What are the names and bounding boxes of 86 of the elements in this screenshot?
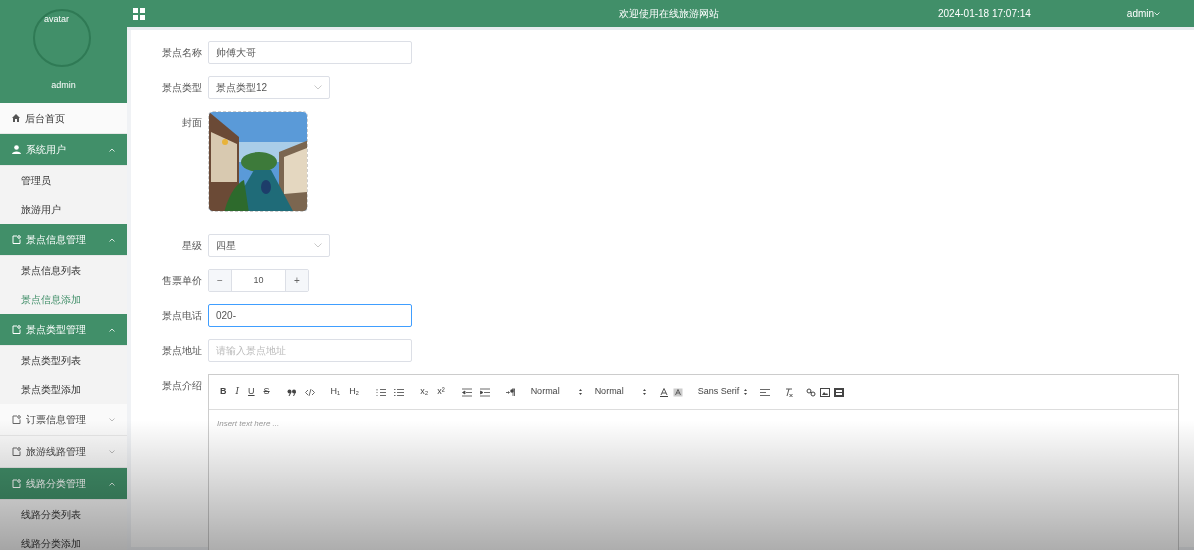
username: admin (50, 79, 77, 92)
menu-item[interactable]: 景点类型添加 (0, 375, 127, 404)
font-color-icon[interactable] (658, 387, 669, 397)
document-icon (12, 447, 21, 456)
chevron-icon (109, 481, 115, 486)
menu-label: 景点类型管理 (25, 323, 87, 337)
bullet-list-icon[interactable] (394, 387, 405, 397)
toolbar-button[interactable]: S (260, 385, 273, 399)
link-icon[interactable] (805, 387, 816, 397)
input-field[interactable]: 帅傅大哥 (208, 41, 412, 64)
highlight-icon[interactable] (672, 387, 683, 397)
align-icon[interactable] (759, 387, 770, 397)
image-icon[interactable] (819, 387, 830, 397)
user-icon (12, 145, 21, 154)
menu-item[interactable]: 景点信息添加 (0, 285, 127, 314)
decrement-button[interactable]: − (209, 270, 231, 291)
menu-label: 旅游线路管理 (25, 445, 87, 459)
header-datetime: 2024-01-18 17:07:14 (938, 7, 1031, 21)
grid-menu-icon[interactable] (133, 7, 145, 20)
field-label: 售票单价 (161, 274, 203, 288)
toolbar-button[interactable]: I (232, 385, 243, 399)
toolbar-button[interactable]: B (217, 385, 230, 399)
field-label: 封面 (181, 116, 203, 130)
toolbar-button[interactable]: U (245, 385, 258, 399)
chevron-icon (109, 147, 115, 152)
menu-group[interactable]: 订票信息管理 (0, 404, 127, 436)
menu-item[interactable]: 旅游用户 (0, 195, 127, 224)
ordered-list-icon[interactable] (376, 387, 387, 397)
field-label: 景点电话 (161, 309, 203, 323)
menu-label: 后台首页 (24, 111, 65, 126)
select-field[interactable]: 四星 (208, 234, 330, 257)
sort-arrows-icon (742, 388, 748, 396)
avatar-text: avatar (44, 13, 69, 26)
outdent-icon[interactable] (461, 387, 472, 397)
input-field[interactable]: 020- (208, 304, 412, 327)
chevron-icon (314, 243, 322, 248)
menu-item[interactable]: 后台首页 (0, 103, 127, 134)
toolbar-button[interactable]: x² (434, 385, 448, 399)
chevron-icon (109, 237, 115, 242)
document-icon (12, 235, 21, 244)
toolbar-button[interactable]: H₁ (327, 385, 344, 399)
chevron-icon (109, 449, 115, 454)
field-label: 景点名称 (161, 46, 203, 60)
user-menu[interactable]: admin (1126, 6, 1161, 21)
text-direction-icon[interactable] (505, 387, 516, 397)
header-title: 欢迎使用在线旅游网站 (619, 7, 719, 21)
menu-label: 线路分类管理 (25, 477, 87, 491)
menu-label: 订票信息管理 (25, 413, 87, 427)
menu-group[interactable]: 线路分类管理 (0, 468, 127, 500)
menu-label: 景点信息管理 (25, 233, 87, 247)
field-label: 景点介绍 (161, 379, 203, 393)
sort-arrows-icon (641, 388, 647, 396)
increment-button[interactable]: + (286, 270, 308, 291)
menu-item[interactable]: 线路分类添加 (0, 529, 127, 550)
document-icon (12, 479, 21, 488)
dropdown-button[interactable]: Normal (527, 385, 586, 399)
menu-item[interactable]: 景点类型列表 (0, 346, 127, 375)
menu-group[interactable]: 景点类型管理 (0, 314, 127, 346)
field-label: 景点地址 (161, 344, 203, 358)
field-label: 景点类型 (161, 81, 203, 95)
menu-item[interactable]: 景点信息列表 (0, 256, 127, 285)
document-icon (12, 325, 21, 334)
menu-item[interactable]: 线路分类列表 (0, 500, 127, 529)
home-icon (12, 114, 20, 122)
number-stepper[interactable]: − 10 + (208, 269, 309, 292)
menu-label: 系统用户 (25, 143, 67, 157)
menu-group[interactable]: 景点信息管理 (0, 224, 127, 256)
menu-item[interactable]: 管理员 (0, 166, 127, 195)
sort-arrows-icon (577, 388, 583, 396)
toolbar-button[interactable]: x₂ (417, 385, 432, 399)
indent-icon[interactable] (479, 387, 490, 397)
quote-icon[interactable] (286, 387, 297, 397)
document-icon (12, 415, 21, 424)
dropdown-button[interactable]: Normal (591, 385, 650, 399)
chevron-icon (1154, 11, 1161, 16)
dropdown-button[interactable]: Sans Serif (694, 385, 751, 399)
code-icon[interactable] (304, 387, 315, 397)
video-icon[interactable] (833, 387, 844, 397)
select-field[interactable]: 景点类型12 (208, 76, 330, 99)
chevron-icon (314, 85, 322, 90)
chevron-icon (109, 417, 115, 422)
chevron-icon (109, 327, 115, 332)
menu-group[interactable]: 系统用户 (0, 134, 127, 166)
toolbar-button[interactable]: H₂ (346, 385, 363, 399)
field-label: 星级 (181, 239, 203, 253)
menu-group[interactable]: 旅游线路管理 (0, 436, 127, 468)
